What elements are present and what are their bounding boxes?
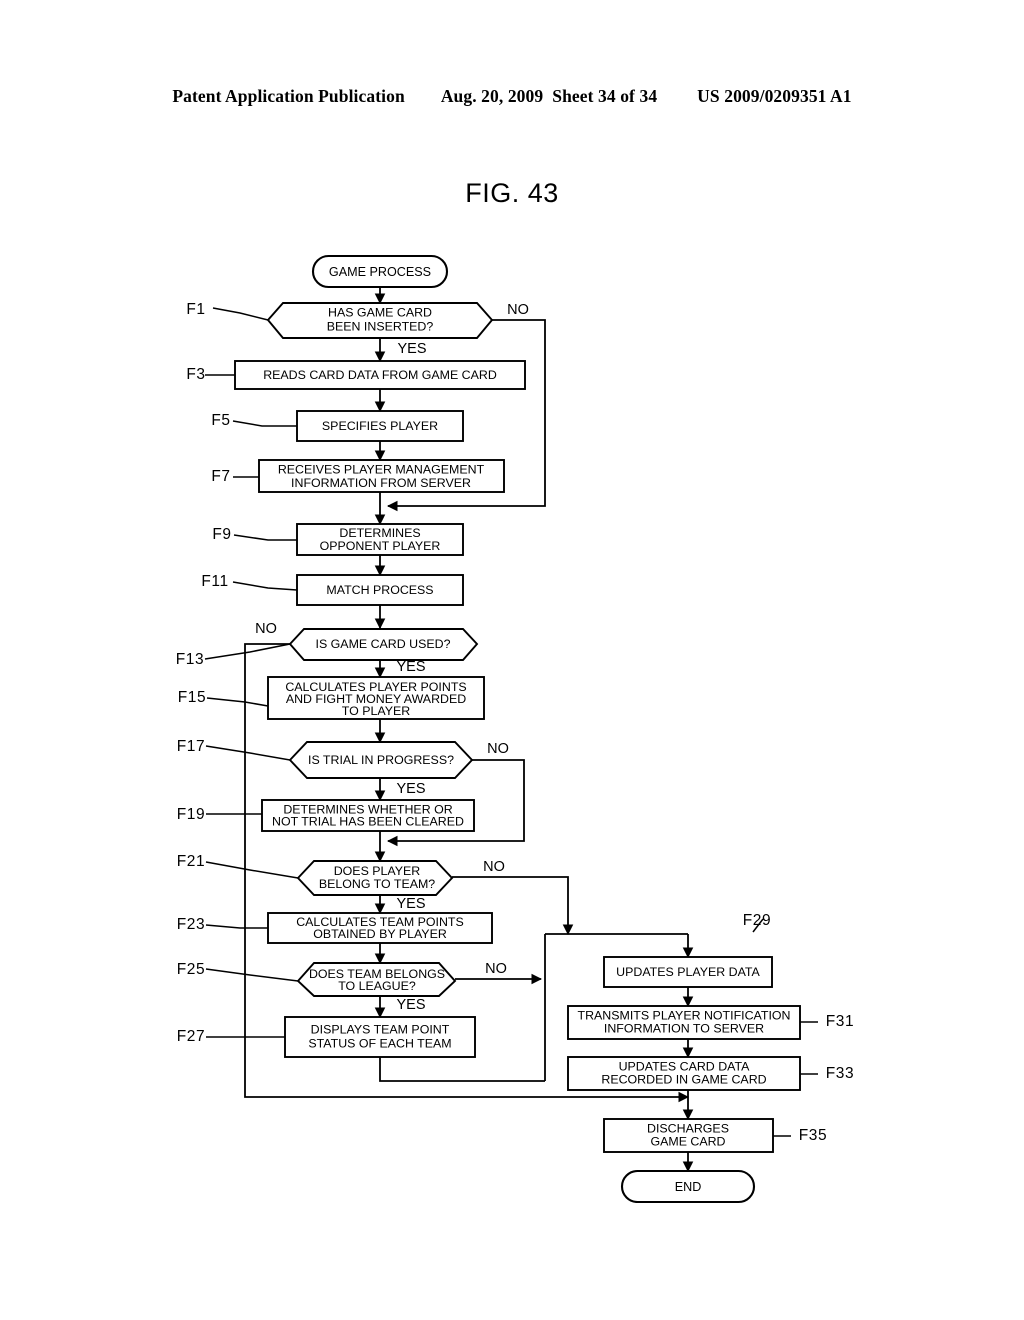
branch-f13-no: NO <box>255 621 277 637</box>
node-f27: DISPLAYS TEAM POINT STATUS OF EACH TEAM <box>284 1016 476 1058</box>
step-number-f15: F15 <box>178 689 207 706</box>
step-number-f9: F9 <box>212 526 231 543</box>
step-number-f23: F23 <box>177 916 206 933</box>
branch-f17-no: NO <box>487 741 509 757</box>
f29-label: UPDATES PLAYER DATA <box>616 965 760 979</box>
f21-label-line1: DOES PLAYER <box>334 864 421 878</box>
f1-label-line1: HAS GAME CARD <box>328 305 432 319</box>
node-f23: CALCULATES TEAM POINTS OBTAINED BY PLAYE… <box>267 912 493 944</box>
step-number-f7: F7 <box>211 468 230 485</box>
flowchart-diagram: GAME PROCESS HAS GAME CARD BEEN INSERTED… <box>176 254 855 1204</box>
node-f7: RECEIVES PLAYER MANAGEMENT INFORMATION F… <box>258 459 505 493</box>
end-terminator-label: END <box>675 1180 702 1194</box>
leader-f11 <box>232 581 298 591</box>
branch-f25-yes: YES <box>396 997 425 1013</box>
f3-label: READS CARD DATA FROM GAME CARD <box>263 368 497 382</box>
f31-label-line1: TRANSMITS PLAYER NOTIFICATION <box>578 1008 791 1022</box>
leader-f25 <box>205 968 299 982</box>
node-f17: IS TRIAL IN PROGRESS? <box>288 741 474 779</box>
leader-f13 <box>204 643 291 660</box>
step-number-f33: F33 <box>826 1065 855 1082</box>
f7-label-line2: INFORMATION FROM SERVER <box>291 476 471 490</box>
node-f1: HAS GAME CARD BEEN INSERTED? <box>266 302 494 339</box>
node-f31: TRANSMITS PLAYER NOTIFICATION INFORMATIO… <box>567 1005 801 1040</box>
node-f29: UPDATES PLAYER DATA <box>603 956 773 988</box>
leader-f21 <box>205 861 299 879</box>
branch-f1-yes: YES <box>397 341 426 357</box>
leader-f9 <box>233 534 297 541</box>
step-number-f35: F35 <box>799 1127 828 1144</box>
leader-f23 <box>205 924 268 929</box>
node-f11: MATCH PROCESS <box>296 574 464 606</box>
branch-f21-yes: YES <box>396 896 425 912</box>
f33-label-line1: UPDATES CARD DATA <box>619 1059 751 1073</box>
f25-label-line2: TO LEAGUE? <box>338 979 416 993</box>
leader-f1 <box>212 307 269 321</box>
step-number-f21: F21 <box>177 853 206 870</box>
step-number-f29: F29 <box>743 912 772 929</box>
f19-label-line2: NOT TRIAL HAS BEEN CLEARED <box>272 814 464 828</box>
f5-label: SPECIFIES PLAYER <box>322 419 438 433</box>
step-number-f1: F1 <box>186 301 205 318</box>
branch-f17-yes: YES <box>396 781 425 797</box>
start-terminator-label: GAME PROCESS <box>329 265 431 279</box>
branch-f1-no: NO <box>507 302 529 318</box>
f9-label-line1: DETERMINES <box>339 526 420 540</box>
f1-label-line2: BEEN INSERTED? <box>327 319 434 333</box>
node-f35: DISCHARGES GAME CARD <box>603 1118 774 1153</box>
node-start: GAME PROCESS <box>311 254 449 289</box>
leader-f5 <box>232 420 297 427</box>
f13-label: IS GAME CARD USED? <box>316 637 451 651</box>
f27-label-line2: STATUS OF EACH TEAM <box>308 1036 451 1050</box>
step-number-f17: F17 <box>177 738 206 755</box>
node-f3: READS CARD DATA FROM GAME CARD <box>234 360 526 390</box>
f15-label-line3: TO PLAYER <box>342 704 410 718</box>
f35-label-line1: DISCHARGES <box>647 1121 729 1135</box>
node-f9: DETERMINES OPPONENT PLAYER <box>296 523 464 556</box>
leader-f17 <box>205 745 291 761</box>
f35-label-line2: GAME CARD <box>650 1134 725 1148</box>
leader-f15 <box>206 697 269 707</box>
step-number-f25: F25 <box>177 961 206 978</box>
node-f5: SPECIFIES PLAYER <box>296 410 464 442</box>
edge-f27-to-bus <box>379 1057 545 1082</box>
f7-label-line1: RECEIVES PLAYER MANAGEMENT <box>278 462 485 476</box>
node-f13: IS GAME CARD USED? <box>288 628 479 661</box>
node-f15: CALCULATES PLAYER POINTS AND FIGHT MONEY… <box>267 676 485 720</box>
branch-f25-no: NO <box>485 961 507 977</box>
f33-label-line2: RECORDED IN GAME CARD <box>601 1072 766 1086</box>
step-number-f19: F19 <box>177 806 206 823</box>
node-f33: UPDATES CARD DATA RECORDED IN GAME CARD <box>567 1056 801 1091</box>
branch-f21-no: NO <box>483 859 505 875</box>
step-number-f11: F11 <box>201 573 228 590</box>
step-number-f5: F5 <box>211 412 230 429</box>
node-f19: DETERMINES WHETHER OR NOT TRIAL HAS BEEN… <box>261 799 475 832</box>
f11-label: MATCH PROCESS <box>326 583 433 597</box>
node-f21: DOES PLAYER BELONG TO TEAM? <box>296 860 454 896</box>
f21-label-line2: BELONG TO TEAM? <box>319 877 435 891</box>
step-number-f27: F27 <box>177 1028 206 1045</box>
node-f25: DOES TEAM BELONGS TO LEAGUE? <box>296 962 457 997</box>
step-number-f13: F13 <box>176 651 205 668</box>
f27-label-line1: DISPLAYS TEAM POINT <box>311 1022 450 1036</box>
step-number-f31: F31 <box>826 1013 855 1030</box>
node-end: END <box>620 1169 756 1204</box>
f9-label-line2: OPPONENT PLAYER <box>320 539 441 553</box>
f23-label-line2: OBTAINED BY PLAYER <box>313 927 447 941</box>
f17-label: IS TRIAL IN PROGRESS? <box>308 753 454 767</box>
f31-label-line2: INFORMATION TO SERVER <box>604 1021 764 1035</box>
branch-f13-yes: YES <box>396 659 425 675</box>
step-number-f3: F3 <box>186 366 205 383</box>
